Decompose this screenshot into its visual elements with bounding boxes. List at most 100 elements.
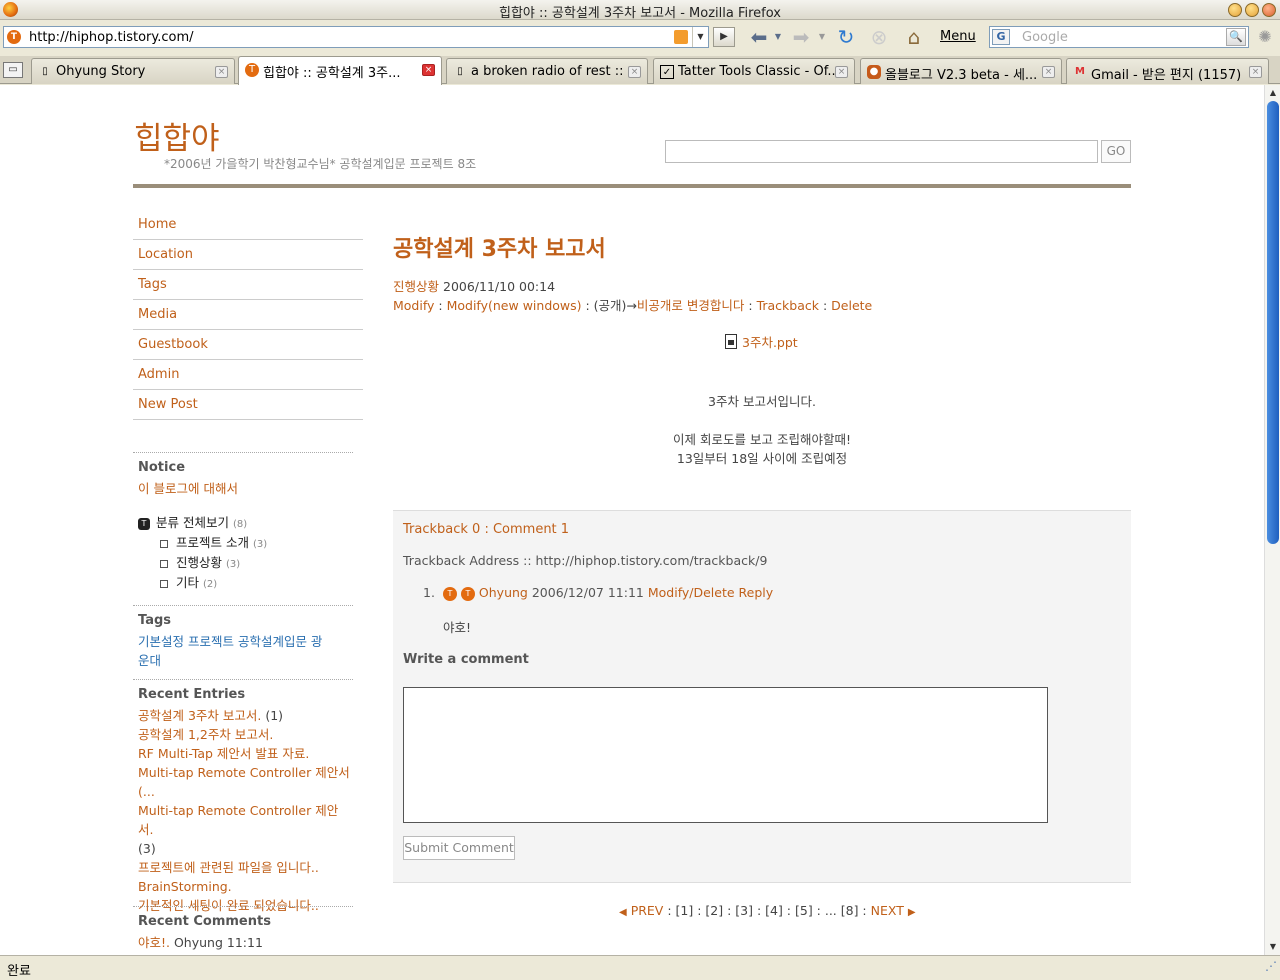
scroll-up-icon[interactable]: ▲ bbox=[1265, 85, 1280, 101]
scroll-down-icon[interactable]: ▼ bbox=[1265, 939, 1280, 955]
google-engine-icon[interactable]: G bbox=[992, 29, 1010, 45]
recent-entry[interactable]: 프로젝트에 관련된 파일을 입니다.. bbox=[138, 858, 353, 877]
tab-close-icon[interactable]: × bbox=[422, 64, 435, 76]
sidebar-item-tags[interactable]: Tags bbox=[133, 270, 363, 300]
go-button[interactable]: ▶ bbox=[713, 27, 735, 47]
recent-entry-link[interactable]: BrainStorming. bbox=[138, 879, 232, 894]
recent-entry[interactable]: Multi-tap Remote Controller 제안서 bbox=[138, 763, 353, 782]
post-title[interactable]: 공학설계 3주차 보고서 bbox=[393, 231, 606, 263]
tab-close-icon[interactable]: × bbox=[835, 66, 848, 78]
minimize-button[interactable] bbox=[1228, 3, 1242, 17]
recent-entry[interactable]: (... bbox=[138, 782, 353, 801]
sidebar-item-location[interactable]: Location bbox=[133, 240, 363, 270]
category-label[interactable]: 기타 bbox=[176, 575, 199, 590]
comment-textarea[interactable] bbox=[403, 687, 1048, 823]
blog-search-input[interactable] bbox=[665, 140, 1098, 163]
blog-title[interactable]: 힙합야 bbox=[134, 113, 220, 158]
make-private-link[interactable]: 비공개로 변경합니다 bbox=[637, 298, 744, 313]
allblog-favicon-icon: ● bbox=[867, 65, 881, 79]
comment-modify-delete-link[interactable]: Modify/Delete bbox=[648, 585, 735, 600]
recent-comment-link[interactable]: 야호!. bbox=[138, 935, 170, 950]
modify-link[interactable]: Modify bbox=[393, 298, 434, 313]
tab-close-icon[interactable]: × bbox=[215, 66, 228, 78]
recent-entry-link[interactable]: (... bbox=[138, 784, 155, 799]
category-item[interactable]: 진행상황 (3) bbox=[138, 553, 358, 573]
tag-cloud-line[interactable]: 운대 bbox=[138, 651, 353, 670]
tab-hiphop-active[interactable]: T 힙합야 :: 공학설계 3주... × bbox=[238, 56, 442, 85]
rss-feed-icon[interactable] bbox=[674, 30, 688, 44]
recent-entry-link[interactable]: Multi-tap Remote Controller 제안서. bbox=[138, 803, 338, 837]
category-folder-icon: T bbox=[138, 517, 150, 530]
tab-allblog[interactable]: ● 올블로그 V2.3 beta - 세... × bbox=[860, 58, 1062, 84]
category-label[interactable]: 프로젝트 소개 bbox=[176, 535, 249, 550]
blog-search-go-button[interactable]: GO bbox=[1101, 140, 1131, 163]
recent-entry-link[interactable]: RF Multi-Tap 제안서 발표 자료. bbox=[138, 746, 309, 761]
search-magnifier-icon[interactable]: 🔍 bbox=[1226, 28, 1246, 46]
modify-new-window-link[interactable]: Modify(new windows) bbox=[447, 298, 582, 313]
close-window-button[interactable] bbox=[1262, 3, 1276, 17]
page-icon: ▯ bbox=[42, 66, 48, 77]
tab-close-icon[interactable]: × bbox=[1042, 66, 1055, 78]
tab-broken-radio[interactable]: ▯ a broken radio of rest :: × bbox=[446, 58, 648, 84]
tab-gmail[interactable]: M Gmail - 받은 편지 (1157) × bbox=[1066, 58, 1269, 84]
address-text[interactable]: http://hiphop.tistory.com/ bbox=[29, 30, 194, 45]
vertical-scrollbar[interactable]: ▲ ▼ bbox=[1264, 85, 1280, 955]
next-page-link[interactable]: NEXT bbox=[871, 903, 904, 918]
tag-cloud-line[interactable]: 기본설정 프로젝트 공학설계입문 광 bbox=[138, 632, 353, 651]
comment-author-link[interactable]: Ohyung bbox=[479, 585, 528, 600]
recent-entry[interactable]: RF Multi-Tap 제안서 발표 자료. bbox=[138, 744, 353, 763]
tab-ohyung-story[interactable]: ▯ Ohyung Story × bbox=[31, 58, 235, 84]
reload-icon[interactable]: ↻ bbox=[833, 25, 859, 49]
tab-close-icon[interactable]: × bbox=[628, 66, 641, 78]
tab-close-icon[interactable]: × bbox=[1249, 66, 1262, 78]
trackback-link[interactable]: Trackback bbox=[757, 298, 819, 313]
submit-comment-button[interactable]: Submit Comment bbox=[403, 836, 515, 860]
back-history-dropdown[interactable]: ▼ bbox=[773, 25, 783, 49]
home-icon[interactable]: ⌂ bbox=[900, 25, 928, 49]
category-label[interactable]: 분류 전체보기 bbox=[156, 515, 229, 530]
sidebar-item-guestbook[interactable]: Guestbook bbox=[133, 330, 363, 360]
address-dropdown-button[interactable]: ▼ bbox=[692, 27, 708, 47]
post-category-link[interactable]: 진행상황 bbox=[393, 279, 439, 294]
delete-link[interactable]: Delete bbox=[831, 298, 872, 313]
attachment[interactable]: 3주차.ppt bbox=[725, 332, 798, 351]
category-root[interactable]: T 분류 전체보기 (8) bbox=[138, 513, 358, 533]
search-placeholder[interactable]: Google bbox=[1022, 30, 1068, 45]
maximize-button[interactable] bbox=[1245, 3, 1259, 17]
recent-entry[interactable]: Multi-tap Remote Controller 제안서. bbox=[138, 801, 353, 839]
recent-entry-link[interactable]: 프로젝트에 관련된 파일을 입니다.. bbox=[138, 860, 319, 875]
scroll-thumb[interactable] bbox=[1267, 101, 1279, 544]
category-item[interactable]: 기타 (2) bbox=[138, 573, 358, 593]
sidebar-item-new-post[interactable]: New Post bbox=[133, 390, 363, 420]
comment-reply-link[interactable]: Reply bbox=[739, 585, 774, 600]
category-label[interactable]: 진행상황 bbox=[176, 555, 222, 570]
web-search-box[interactable]: G Google 🔍 bbox=[989, 26, 1249, 48]
tab-tatter-tools[interactable]: ✓ Tatter Tools Classic - Of... × bbox=[653, 58, 855, 84]
resize-grip-icon[interactable]: ⋰ bbox=[1265, 959, 1277, 973]
sidebar-item-media[interactable]: Media bbox=[133, 300, 363, 330]
tab-label: a broken radio of rest :: bbox=[471, 64, 624, 79]
recent-entry[interactable]: 공학설계 3주차 보고서. (1) bbox=[138, 706, 353, 725]
trackback-comment-toggle[interactable]: Trackback 0 : Comment 1 bbox=[403, 522, 569, 537]
recent-entry-link[interactable]: 공학설계 1,2주차 보고서. bbox=[138, 727, 273, 742]
page-links[interactable]: : [1] : [2] : [3] : [4] : [5] : ... [8] … bbox=[663, 903, 870, 918]
prev-page-link[interactable]: PREV bbox=[631, 903, 664, 918]
attachment-link[interactable]: 3주차.ppt bbox=[742, 335, 798, 350]
sidebar-item-admin[interactable]: Admin bbox=[133, 360, 363, 390]
recent-entry[interactable]: BrainStorming. bbox=[138, 877, 353, 896]
recent-entry-link[interactable]: Multi-tap Remote Controller 제안서 bbox=[138, 765, 350, 780]
stop-icon[interactable]: ⊗ bbox=[866, 25, 892, 49]
sidebar-item-home[interactable]: Home bbox=[133, 210, 363, 240]
menu-button[interactable]: Menu bbox=[940, 29, 976, 44]
category-item[interactable]: 프로젝트 소개 (3) bbox=[138, 533, 358, 553]
forward-history-dropdown[interactable]: ▼ bbox=[817, 25, 827, 49]
list-all-tabs-icon[interactable]: ▭ bbox=[3, 62, 23, 78]
address-bar[interactable]: T http://hiphop.tistory.com/ ▼ bbox=[3, 26, 709, 48]
forward-arrow-icon[interactable]: ➡ bbox=[786, 25, 816, 49]
recent-entry[interactable]: 공학설계 1,2주차 보고서. bbox=[138, 725, 353, 744]
back-arrow-icon[interactable]: ⬅ bbox=[744, 25, 774, 49]
notice-item[interactable]: 이 블로그에 대해서 bbox=[138, 479, 353, 498]
category-tree: T 분류 전체보기 (8) 프로젝트 소개 (3) 진행상황 (3) 기타 (2) bbox=[138, 513, 358, 593]
recent-entry-link[interactable]: 공학설계 3주차 보고서. bbox=[138, 708, 261, 723]
recent-comment[interactable]: 야호!. Ohyung 11:11 bbox=[138, 933, 353, 952]
